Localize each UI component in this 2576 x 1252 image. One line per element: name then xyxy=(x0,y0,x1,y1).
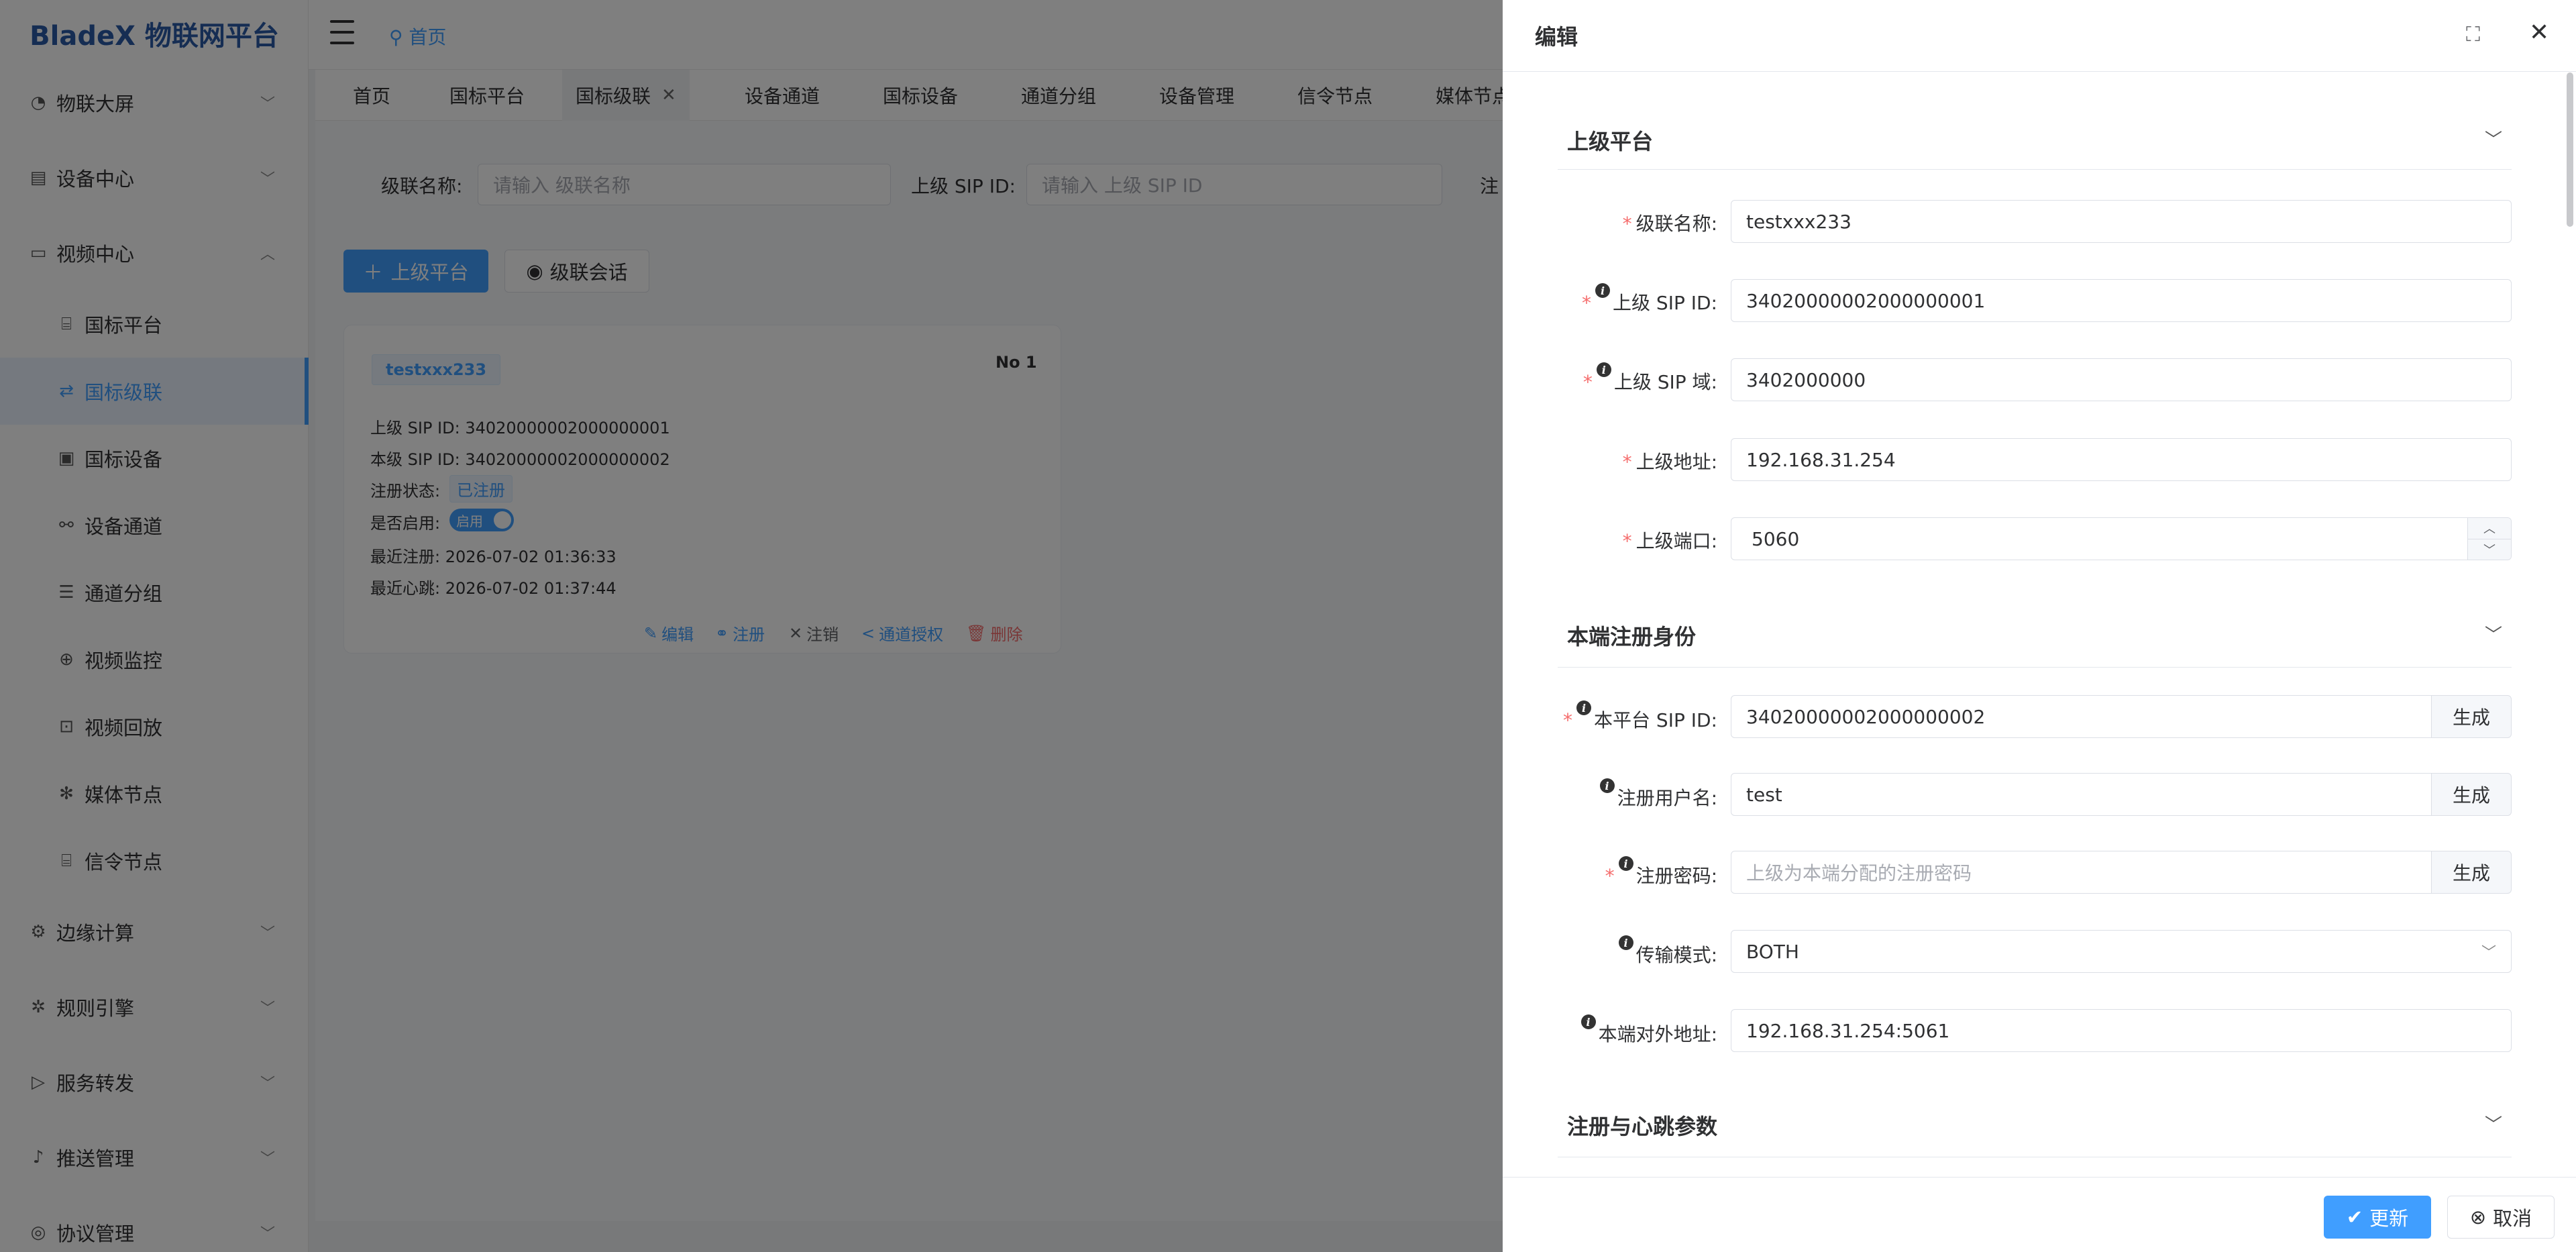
section-divider xyxy=(1558,169,2512,170)
label-text: 上级 SIP ID: xyxy=(1613,292,1717,314)
info-icon[interactable]: i xyxy=(1618,856,1633,871)
upper-address-field-label: * 上级地址: xyxy=(1622,451,1717,473)
port-value: 5060 xyxy=(1752,527,1800,550)
transport-mode-field-label: i传输模式: xyxy=(1516,935,1717,968)
close-icon[interactable]: ✕ xyxy=(2529,19,2549,46)
fullscreen-icon[interactable]: ⛶ xyxy=(2466,23,2480,46)
info-icon[interactable]: i xyxy=(1595,283,1611,298)
register-password-field-label: *i注册密码: xyxy=(1605,856,1717,887)
info-icon[interactable]: i xyxy=(1576,700,1592,715)
generate-sip-id-button[interactable]: 生成 xyxy=(2431,695,2512,738)
section-local-identity-title[interactable]: 本端注册身份 xyxy=(1567,620,1696,651)
label-text: 上级端口: xyxy=(1635,530,1717,552)
upper-port-field-label: * 上级端口: xyxy=(1622,530,1717,552)
port-stepper-controls: ︿ ﹀ xyxy=(2467,518,2511,560)
upper-address-input[interactable]: 192.168.31.254 xyxy=(1731,438,2512,481)
section-upper-platform-title[interactable]: 上级平台 xyxy=(1567,125,1653,156)
cancel-label: 取消 xyxy=(2493,1207,2532,1230)
info-icon[interactable]: i xyxy=(1580,1014,1596,1029)
decrement-icon[interactable]: ﹀ xyxy=(2468,539,2511,560)
local-sip-id-input[interactable]: 34020000002000000002 xyxy=(1731,695,2432,738)
increment-icon[interactable]: ︿ xyxy=(2468,518,2511,539)
cascade-name-field-label: * 级联名称: xyxy=(1622,213,1717,235)
generate-user-button[interactable]: 生成 xyxy=(2431,773,2512,816)
chevron-down-icon: ﹀ xyxy=(2481,945,2496,961)
local-sip-id-field-label: *i本平台 SIP ID: xyxy=(1563,700,1717,731)
label-text: 本平台 SIP ID: xyxy=(1594,709,1717,731)
info-icon[interactable]: i xyxy=(1596,362,1611,377)
close-circle-icon: ⊗ xyxy=(2469,1206,2487,1229)
label-text: 上级地址: xyxy=(1635,451,1717,473)
label-text: 级联名称: xyxy=(1635,213,1717,235)
generate-password-button[interactable]: 生成 xyxy=(2431,851,2512,894)
register-user-field-label: i注册用户名: xyxy=(1516,778,1717,811)
chevron-down-icon[interactable]: ﹀ xyxy=(2485,1111,2502,1136)
local-address-input[interactable]: 192.168.31.254:5061 xyxy=(1731,1009,2512,1052)
info-icon[interactable]: i xyxy=(1599,778,1615,793)
register-user-input[interactable]: test xyxy=(1731,773,2432,816)
drawer-footer-divider xyxy=(1503,1177,2576,1178)
chevron-down-icon[interactable]: ﹀ xyxy=(2485,621,2502,646)
update-label: 更新 xyxy=(2369,1207,2409,1230)
label-text: 传输模式: xyxy=(1635,944,1717,966)
label-text: 注册用户名: xyxy=(1617,787,1717,809)
cancel-button[interactable]: ⊗ 取消 xyxy=(2447,1196,2555,1239)
label-text: 上级 SIP 域: xyxy=(1613,371,1717,393)
check-circle-icon: ✔ xyxy=(2346,1206,2363,1229)
drawer-header-divider xyxy=(1503,71,2576,72)
section-divider xyxy=(1558,667,2512,668)
local-address-field-label: i本端对外地址: xyxy=(1516,1014,1717,1047)
upper-sip-id-field-label: *i上级 SIP ID: xyxy=(1582,283,1717,314)
select-value: BOTH xyxy=(1746,940,1799,963)
register-password-input[interactable]: 上级为本端分配的注册密码 xyxy=(1731,851,2432,894)
update-button[interactable]: ✔ 更新 xyxy=(2324,1196,2431,1239)
chevron-down-icon[interactable]: ﹀ xyxy=(2485,126,2502,151)
upper-sip-domain-input[interactable]: 3402000000 xyxy=(1731,358,2512,401)
info-icon[interactable]: i xyxy=(1618,935,1633,950)
label-text: 本端对外地址: xyxy=(1598,1023,1717,1045)
transport-mode-select[interactable]: BOTH ﹀ xyxy=(1731,930,2512,973)
cascade-name-input[interactable]: testxxx233 xyxy=(1731,200,2512,243)
upper-sip-id-input[interactable]: 34020000002000000001 xyxy=(1731,279,2512,322)
upper-sip-domain-field-label: *i上级 SIP 域: xyxy=(1582,362,1717,393)
drawer-title: 编辑 xyxy=(1535,24,1578,50)
section-heartbeat-title[interactable]: 注册与心跳参数 xyxy=(1567,1110,1717,1141)
drawer-scrollbar[interactable] xyxy=(2567,72,2573,227)
upper-port-stepper[interactable]: 5060 xyxy=(1731,517,2512,560)
label-text: 注册密码: xyxy=(1635,865,1717,887)
